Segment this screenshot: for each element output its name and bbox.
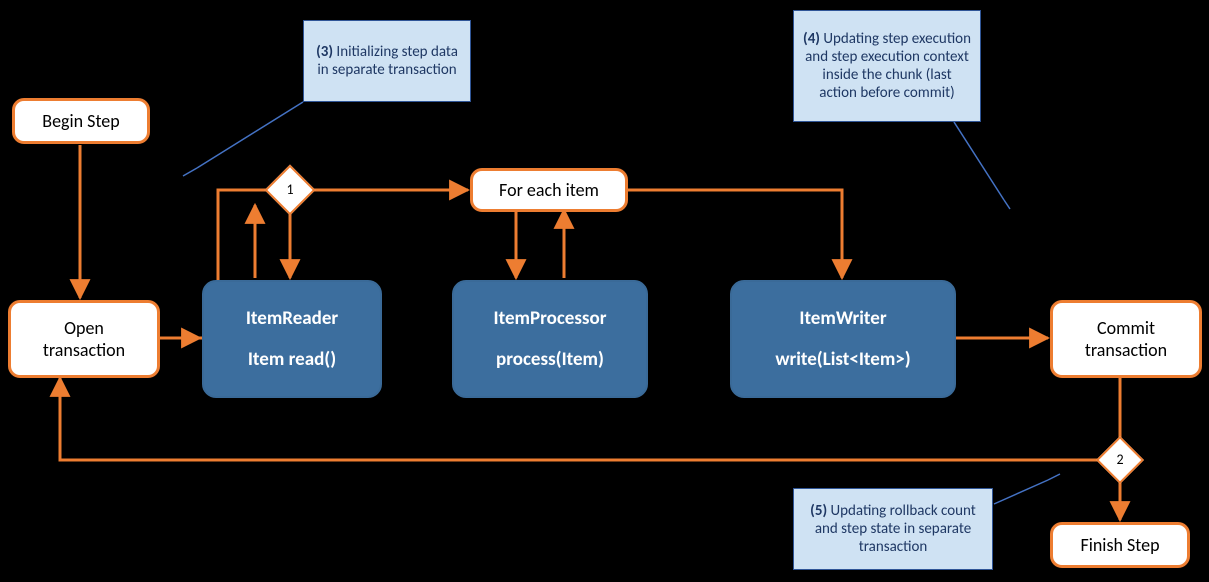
item-processor-method: process(Item) — [496, 348, 604, 371]
for-each-item-node: For each item — [470, 168, 628, 212]
note-4-text: Updating step execution and step executi… — [805, 30, 971, 102]
open-transaction-node: Open transaction — [8, 300, 160, 378]
item-reader-method: Item read() — [248, 348, 336, 371]
begin-step-node: Begin Step — [12, 98, 150, 144]
note-4-num: (4) — [803, 30, 820, 48]
commit-transaction-label: Commit transaction — [1085, 317, 1167, 361]
item-writer-title: ItemWriter — [799, 307, 886, 330]
note-4: (4) Updating step execution and step exe… — [793, 10, 981, 122]
note-3-num: (3) — [316, 43, 333, 61]
decision-2-label: 2 — [1105, 445, 1135, 475]
decision-2: 2 — [1096, 436, 1144, 484]
finish-step-label: Finish Step — [1080, 534, 1159, 556]
begin-step-label: Begin Step — [42, 110, 119, 132]
decision-1-label: 1 — [274, 174, 306, 206]
item-writer-method: write(List<Item>) — [775, 348, 910, 371]
note-5-text: Updating rollback count and step state i… — [815, 502, 976, 556]
commit-transaction-node: Commit transaction — [1050, 300, 1202, 378]
note-5: (5) Updating rollback count and step sta… — [793, 488, 993, 570]
finish-step-node: Finish Step — [1050, 522, 1190, 568]
item-reader-node: ItemReader Item read() — [202, 280, 382, 398]
open-transaction-label: Open transaction — [43, 317, 125, 361]
note-3-text: Initializing step data in separate trans… — [317, 43, 458, 79]
item-processor-node: ItemProcessor process(Item) — [452, 280, 648, 398]
for-each-item-label: For each item — [499, 179, 599, 201]
note-3: (3) Initializing step data in separate t… — [303, 20, 471, 102]
decision-1: 1 — [265, 165, 316, 216]
note-5-num: (5) — [810, 502, 827, 520]
item-writer-node: ItemWriter write(List<Item>) — [730, 280, 956, 398]
item-processor-title: ItemProcessor — [494, 307, 607, 330]
item-reader-title: ItemReader — [246, 307, 338, 330]
